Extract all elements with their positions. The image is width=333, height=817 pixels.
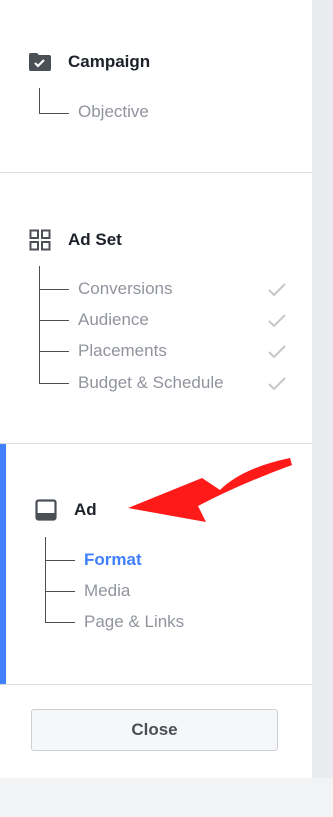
tree-line	[45, 537, 46, 622]
tree-branch	[39, 383, 69, 384]
active-section-indicator	[0, 444, 6, 684]
grid-icon	[29, 229, 51, 251]
adset-title[interactable]: Ad Set	[68, 230, 122, 250]
ad-item-page-links[interactable]: Page & Links	[84, 612, 184, 632]
adset-section: Ad Set Conversions Audience Placements B…	[0, 173, 312, 443]
annotation-arrow-icon	[128, 458, 292, 522]
tree-branch	[45, 591, 75, 592]
adset-item-budget-schedule[interactable]: Budget & Schedule	[78, 373, 224, 393]
scrollbar-gutter[interactable]	[312, 0, 333, 778]
bottom-bar	[0, 778, 333, 817]
adset-item-conversions[interactable]: Conversions	[78, 279, 173, 299]
tree-line	[39, 266, 40, 383]
tree-branch	[39, 113, 69, 114]
section-divider	[0, 684, 312, 685]
tree-line	[39, 88, 40, 114]
check-icon	[268, 283, 286, 297]
check-icon	[268, 377, 286, 391]
ad-item-media[interactable]: Media	[84, 581, 130, 601]
navigation-panel: Campaign Objective Ad Set Conversions Au…	[0, 0, 312, 778]
adset-item-placements[interactable]: Placements	[78, 341, 167, 361]
ad-preview-icon	[35, 499, 57, 521]
ad-title[interactable]: Ad	[74, 500, 97, 520]
folder-check-icon	[29, 53, 51, 71]
check-icon	[268, 345, 286, 359]
tree-branch	[39, 320, 69, 321]
adset-item-audience[interactable]: Audience	[78, 310, 149, 330]
ad-item-format[interactable]: Format	[84, 550, 142, 570]
campaign-item-objective[interactable]: Objective	[78, 102, 149, 122]
tree-branch	[45, 622, 75, 623]
campaign-title[interactable]: Campaign	[68, 52, 150, 72]
campaign-section: Campaign Objective	[0, 0, 312, 172]
check-icon	[268, 314, 286, 328]
tree-branch	[39, 351, 69, 352]
close-button[interactable]: Close	[31, 709, 278, 751]
tree-branch	[39, 289, 69, 290]
tree-branch	[45, 560, 75, 561]
